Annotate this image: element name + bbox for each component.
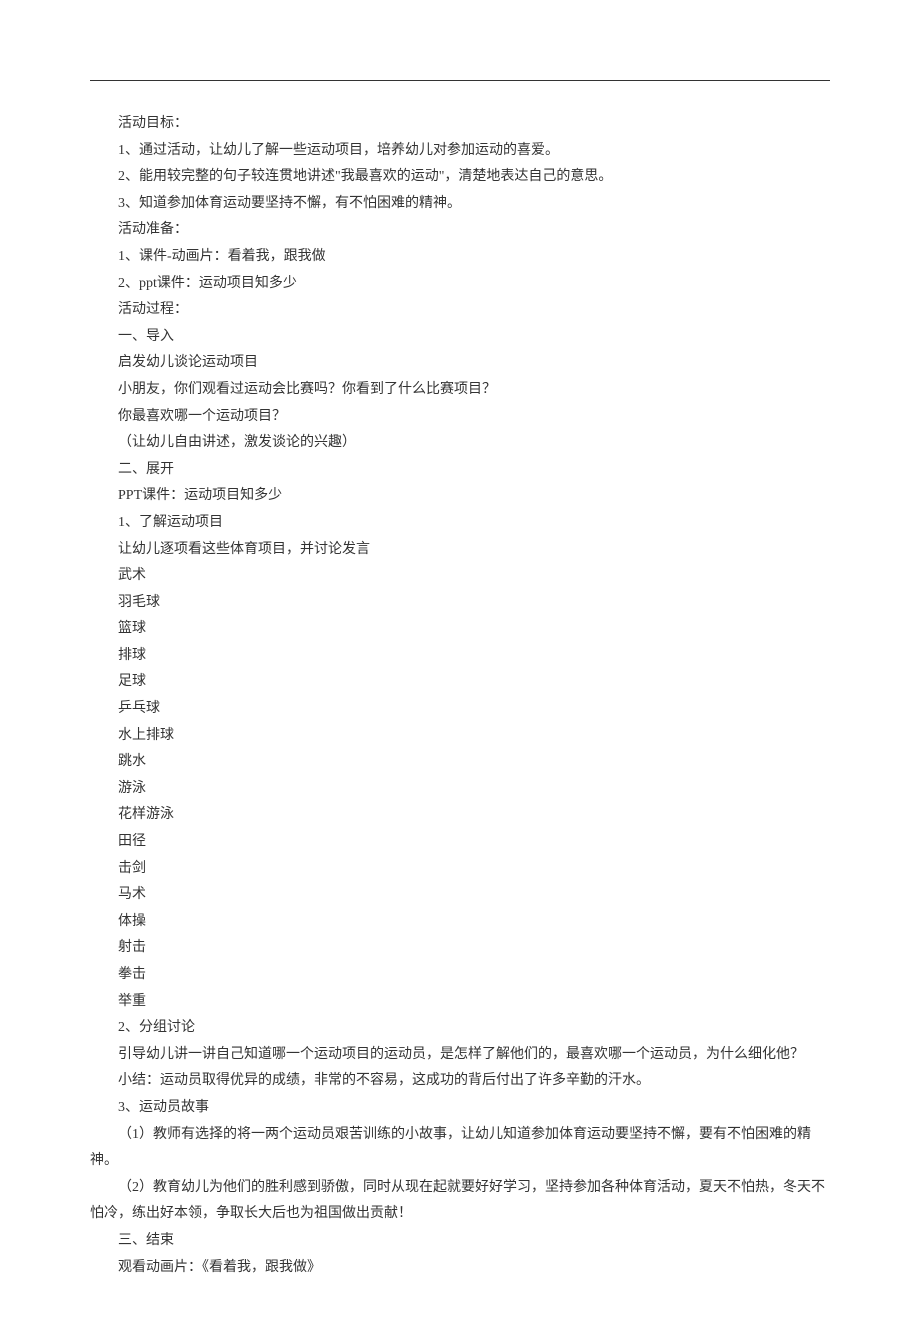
text-line: 活动过程： — [90, 297, 830, 324]
text-line: PPT课件：运动项目知多少 — [90, 483, 830, 510]
text-line: 1、通过活动，让幼儿了解一些运动项目，培养幼儿对参加运动的喜爱。 — [90, 138, 830, 165]
text-line: 体操 — [90, 909, 830, 936]
text-line: 你最喜欢哪一个运动项目？ — [90, 404, 830, 431]
text-line: 引导幼儿讲一讲自己知道哪一个运动项目的运动员，是怎样了解他们的，最喜欢哪一个运动… — [90, 1042, 830, 1069]
text-line: 游泳 — [90, 776, 830, 803]
text-line: 启发幼儿谈论运动项目 — [90, 350, 830, 377]
text-line: 篮球 — [90, 616, 830, 643]
text-line: 观看动画片：《看着我，跟我做》 — [90, 1255, 830, 1282]
text-line: 二、展开 — [90, 457, 830, 484]
text-line: 田径 — [90, 829, 830, 856]
text-line: 水上排球 — [90, 723, 830, 750]
text-line: 射击 — [90, 935, 830, 962]
text-line: 羽毛球 — [90, 590, 830, 617]
text-line: 2、能用较完整的句子较连贯地讲述"我最喜欢的运动"，清楚地表达自己的意思。 — [90, 164, 830, 191]
text-line: 2、ppt课件：运动项目知多少 — [90, 271, 830, 298]
text-line: 拳击 — [90, 962, 830, 989]
text-line: 活动准备： — [90, 217, 830, 244]
text-line: 小结：运动员取得优异的成绩，非常的不容易，这成功的背后付出了许多辛勤的汗水。 — [90, 1068, 830, 1095]
horizontal-rule — [90, 80, 830, 81]
paragraph-wrapped: （2）教育幼儿为他们的胜利感到骄傲，同时从现在起就要好好学习，坚持参加各种体育活… — [90, 1175, 830, 1228]
text-line: 花样游泳 — [90, 802, 830, 829]
text-line: 跳水 — [90, 749, 830, 776]
text-line: 乒乓球 — [90, 696, 830, 723]
text-line: 3、知道参加体育运动要坚持不懈，有不怕困难的精神。 — [90, 191, 830, 218]
text-line: 一、导入 — [90, 324, 830, 351]
text-line: 三、结束 — [90, 1228, 830, 1255]
text-line: 让幼儿逐项看这些体育项目，并讨论发言 — [90, 537, 830, 564]
text-line: 1、了解运动项目 — [90, 510, 830, 537]
text-line: 小朋友，你们观看过运动会比赛吗？你看到了什么比赛项目？ — [90, 377, 830, 404]
text-line: 足球 — [90, 669, 830, 696]
paragraph-wrapped: （1）教师有选择的将一两个运动员艰苦训练的小故事，让幼儿知道参加体育运动要坚持不… — [90, 1122, 830, 1175]
text-line: 活动目标： — [90, 111, 830, 138]
text-line: 排球 — [90, 643, 830, 670]
text-line: 3、运动员故事 — [90, 1095, 830, 1122]
document-body: 活动目标： 1、通过活动，让幼儿了解一些运动项目，培养幼儿对参加运动的喜爱。 2… — [90, 111, 830, 1281]
text-line: （让幼儿自由讲述，激发谈论的兴趣） — [90, 430, 830, 457]
text-line: 2、分组讨论 — [90, 1015, 830, 1042]
text-line: 举重 — [90, 989, 830, 1016]
text-line: 1、课件-动画片：看着我，跟我做 — [90, 244, 830, 271]
text-line: 击剑 — [90, 856, 830, 883]
text-line: 武术 — [90, 563, 830, 590]
text-line: 马术 — [90, 882, 830, 909]
